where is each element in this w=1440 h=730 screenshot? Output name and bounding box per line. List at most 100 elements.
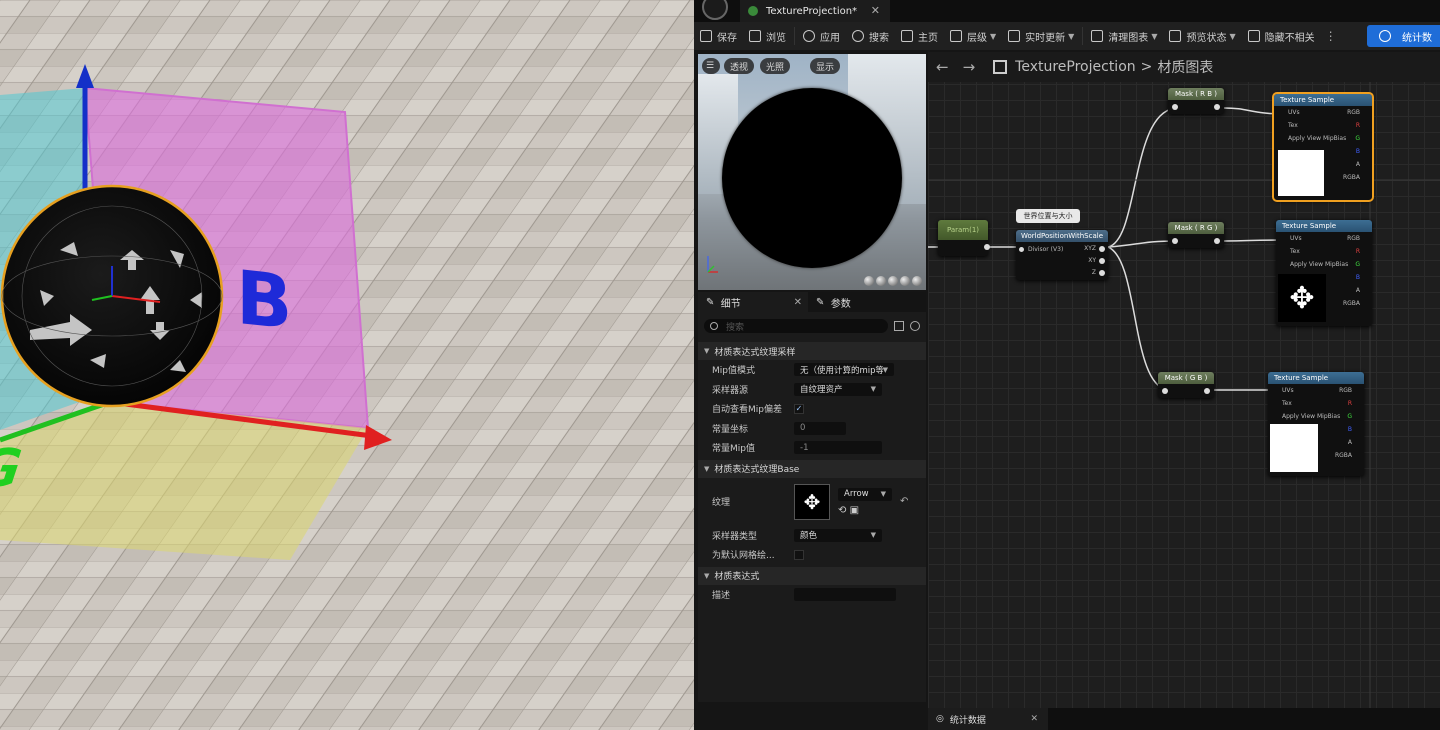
prop-label: 采样器源 xyxy=(712,385,749,396)
table-view-icon[interactable] xyxy=(894,321,904,331)
save-button[interactable]: 保存 xyxy=(694,22,743,50)
const-mip-input[interactable]: -1 xyxy=(794,441,882,455)
texture-sample-node-1[interactable]: Texture Sample UVs Tex Apply View MipBia… xyxy=(1272,92,1374,202)
section-expression[interactable]: ▼ 材质表达式 xyxy=(698,566,926,585)
auto-mip-checkbox[interactable]: ✓ xyxy=(794,403,804,414)
section-label: 材质表达式 xyxy=(714,572,760,582)
output-pin[interactable] xyxy=(1214,104,1220,110)
clean-graph-dropdown[interactable]: 清理图表 ▼ xyxy=(1085,22,1163,50)
output-pin[interactable] xyxy=(1099,246,1105,252)
preview-state-dropdown[interactable]: 预览状态 ▼ xyxy=(1163,22,1241,50)
menu-icon[interactable]: ☰ xyxy=(702,58,720,74)
show-button[interactable]: 显示 xyxy=(810,58,841,74)
lit-button[interactable]: 光照 xyxy=(760,58,791,74)
hierarchy-dropdown[interactable]: 层级 ▼ xyxy=(944,22,1002,50)
browse-button[interactable]: 浏览 xyxy=(743,22,792,50)
search-button[interactable]: 搜索 xyxy=(846,22,895,50)
live-update-dropdown[interactable]: 实时更新 ▼ xyxy=(1002,22,1080,50)
texture-sample-node-2[interactable]: Texture Sample UVs Tex Apply View MipBia… xyxy=(1276,220,1372,326)
preview-sphere xyxy=(722,88,902,268)
pin-label: B xyxy=(1355,274,1360,281)
sphere-icon[interactable] xyxy=(876,276,886,286)
input-pin[interactable] xyxy=(1019,247,1024,252)
input-pin[interactable] xyxy=(1172,238,1178,244)
node-title: Mask ( R B ) xyxy=(1168,88,1224,100)
prop-auto-mip: 自动查看Mip偏差 ✓ xyxy=(698,399,926,419)
chevron-down-icon: ▼ xyxy=(1229,31,1236,41)
input-pin[interactable] xyxy=(1172,104,1178,110)
section-texture-sample[interactable]: ▼ 材质表达式纹理采样 xyxy=(698,342,926,360)
mask-rg-node[interactable]: Mask ( R G ) xyxy=(1168,222,1224,248)
stats-button[interactable]: 统计数 xyxy=(1367,25,1440,47)
stats-tab-icon: ◎ xyxy=(936,714,944,724)
mip-mode-dropdown[interactable]: 无（使用计算的mip等 ▼ xyxy=(794,363,894,377)
output-pin[interactable] xyxy=(1204,388,1210,394)
output-pin[interactable] xyxy=(1099,270,1105,276)
pin-label: Z xyxy=(1091,269,1096,276)
tab-bar: TextureProjection* ✕ xyxy=(694,0,1440,22)
input-pin[interactable] xyxy=(1162,388,1168,394)
live-update-icon xyxy=(1008,30,1021,42)
texture-asset-dropdown[interactable]: Arrow ▼ xyxy=(838,487,892,501)
pin-label: G xyxy=(1347,413,1352,420)
default-mesh-checkbox[interactable] xyxy=(794,549,804,560)
node-title: Param(1) xyxy=(938,220,988,240)
pin-label: Apply View MipBias xyxy=(1288,135,1347,142)
sampler-type-dropdown[interactable]: 颜色 ▼ xyxy=(794,528,882,542)
browse-folder-icon[interactable]: ▣ xyxy=(850,505,859,516)
node-comment[interactable]: 世界位置与大小 xyxy=(1016,209,1080,223)
document-tab[interactable]: TextureProjection* ✕ xyxy=(740,0,890,22)
pin-label: Divisor (V3) xyxy=(1028,246,1064,253)
cylinder-icon[interactable] xyxy=(864,276,874,286)
use-selected-icon[interactable]: ⟲ xyxy=(838,505,846,516)
label-b: B xyxy=(236,255,292,347)
world-position-node[interactable]: WorldPositionWithScale Divisor (V3) XYZ … xyxy=(1016,230,1108,280)
desc-input[interactable] xyxy=(794,587,896,601)
mask-rb-node[interactable]: Mask ( R B ) xyxy=(1168,88,1224,114)
output-pin[interactable] xyxy=(1214,238,1220,244)
prop-label: 自动查看Mip偏差 xyxy=(712,405,782,416)
perspective-button[interactable]: 透视 xyxy=(724,58,755,74)
sampler-source-dropdown[interactable]: 自纹理资产 ▼ xyxy=(794,382,882,396)
apply-button[interactable]: 应用 xyxy=(797,22,846,50)
section-texture-base[interactable]: ▼ 材质表达式纹理Base xyxy=(698,459,926,478)
search-label: 搜索 xyxy=(869,32,889,44)
unreal-logo-icon[interactable] xyxy=(702,0,728,20)
close-icon[interactable]: ✕ xyxy=(1030,714,1038,724)
reset-icon[interactable]: ↶ xyxy=(900,496,908,507)
hide-unrelated-label: 隐藏不相关 xyxy=(1264,32,1315,44)
hide-unrelated-button[interactable]: 隐藏不相关 xyxy=(1242,22,1321,50)
plane-icon[interactable] xyxy=(888,276,898,286)
details-search-input[interactable]: 搜索 xyxy=(704,319,888,333)
texture-preview xyxy=(1278,150,1324,196)
home-button[interactable]: 主页 xyxy=(895,22,944,50)
prop-label: 描述 xyxy=(712,590,731,601)
level-viewport[interactable]: B R G xyxy=(0,0,694,730)
show-label: 显示 xyxy=(816,62,835,73)
material-preview[interactable]: ☰ 透视 光照 显示 xyxy=(698,54,926,290)
stats-tab[interactable]: ◎ 统计数据 ✕ xyxy=(928,708,1048,730)
output-pin[interactable] xyxy=(1099,258,1105,264)
close-icon[interactable]: ✕ xyxy=(871,4,880,17)
tab-params[interactable]: ✎ 参数 xyxy=(808,292,859,312)
texture-thumbnail[interactable]: ✥ xyxy=(794,483,830,520)
mesh-icon[interactable] xyxy=(912,276,922,286)
more-options-icon[interactable]: ⋮ xyxy=(1321,29,1341,43)
cube-icon[interactable] xyxy=(900,276,910,286)
pin-label: Tex xyxy=(1282,400,1292,407)
mask-gb-node[interactable]: Mask ( G B ) xyxy=(1158,372,1214,398)
texture-sample-node-3[interactable]: Texture Sample UVs Tex Apply View MipBia… xyxy=(1268,372,1364,476)
const-coord-input[interactable]: 0 xyxy=(794,421,846,435)
param-node[interactable]: Param(1) xyxy=(938,220,990,256)
prop-label: 为默认网格绘... xyxy=(712,551,775,562)
close-icon[interactable]: ✕ xyxy=(794,297,802,308)
search-icon xyxy=(710,322,718,330)
output-pin[interactable] xyxy=(984,244,990,250)
pin-label: Apply View MipBias xyxy=(1282,413,1341,420)
node-title: Texture Sample xyxy=(1268,372,1364,384)
collapse-icon: ▼ xyxy=(704,464,710,473)
material-graph[interactable]: ← → TextureProjection > 材质图表 世界位置与大小 Par… xyxy=(928,52,1440,708)
gear-icon[interactable] xyxy=(910,321,920,331)
tab-details[interactable]: ✎ 细节 ✕ xyxy=(698,292,808,312)
pin-label: UVs xyxy=(1290,235,1302,242)
